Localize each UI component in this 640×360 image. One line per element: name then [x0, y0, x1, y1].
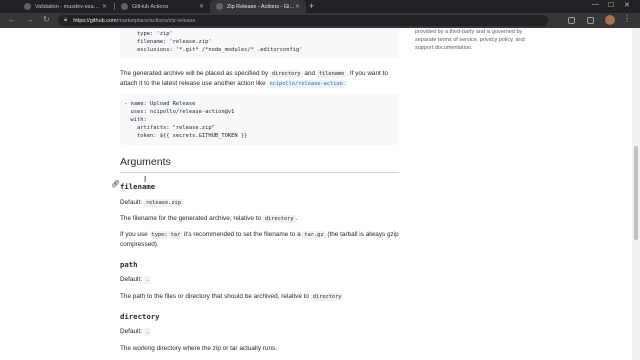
workflow-code-block: type: 'zip' filename: 'release.zip' excl…: [120, 28, 399, 58]
text: The path to the files or directory that …: [120, 293, 311, 300]
menu-icon[interactable]: ⋮: [623, 14, 631, 23]
code-text: - name: Upload Release uses: ncipollo/re…: [124, 101, 248, 140]
filename-description: The filename for the generated archive, …: [120, 214, 400, 224]
avatar[interactable]: [605, 15, 615, 25]
browser-toolbar: ← → ↻ 🔒︎ https://github.com/marketplace/…: [0, 13, 640, 28]
text: .: [295, 215, 298, 222]
github-icon: [216, 3, 223, 10]
code-text: type: 'zip' filename: 'release.zip' excl…: [136, 31, 303, 54]
text: Default:: [120, 328, 144, 335]
url-host: https://github.com: [73, 17, 117, 24]
release-action-link[interactable]: ncipollo/release-action: [267, 80, 345, 88]
link-icon[interactable]: 🔗︎: [111, 180, 120, 188]
forward-icon[interactable]: →: [26, 15, 34, 24]
filename-heading: filename: [120, 182, 156, 191]
third-party-notice: provided by a third-party and is governe…: [415, 29, 525, 51]
inline-code: directory: [310, 293, 344, 301]
close-icon[interactable]: ✕: [199, 3, 204, 10]
text: :: [344, 80, 347, 87]
page-content: type: 'zip' filename: 'release.zip' excl…: [0, 28, 640, 360]
directory-heading: directory: [120, 312, 160, 321]
path-description: The path to the files or directory that …: [120, 292, 400, 302]
text: Default:: [120, 276, 144, 283]
text: The filename for the generated archive, …: [120, 215, 263, 222]
inline-code: release.zip: [143, 199, 183, 207]
github-icon: [121, 3, 128, 10]
tab-label: Zip Release - Actions - GitHub M...: [227, 3, 295, 10]
inline-code: .: [143, 328, 152, 336]
inline-code: tar.gz: [302, 231, 326, 239]
directory-description: The working directory where the zip or t…: [120, 345, 277, 352]
reload-icon[interactable]: ↻: [43, 15, 50, 24]
url-path: /marketplace/actions/zip-release: [116, 17, 196, 24]
text: The generated archive will be placed as …: [120, 70, 270, 77]
tab-label: GitHub Actions: [132, 3, 169, 10]
back-icon[interactable]: ←: [8, 15, 16, 24]
scrollbar-thumb[interactable]: [634, 146, 638, 240]
inline-code: directory: [269, 70, 303, 78]
bookmark-icon[interactable]: [587, 17, 594, 24]
filename-default: Default: release.zip: [120, 198, 400, 208]
tab-validation[interactable]: Validation - musdev-examples/... ✕: [18, 0, 113, 13]
path-default: Default: .: [120, 275, 400, 285]
text: it's recommended to set the filename to …: [182, 231, 303, 238]
close-window-icon[interactable]: ✕: [624, 1, 630, 9]
generated-archive-paragraph: The generated archive will be placed as …: [120, 69, 400, 89]
maximize-icon[interactable]: ☐: [608, 1, 614, 9]
arguments-heading: Arguments: [120, 156, 171, 168]
github-icon: [24, 3, 31, 10]
address-bar[interactable]: 🔒︎ https://github.com/marketplace/action…: [58, 15, 548, 26]
heading-divider: [120, 172, 399, 173]
tab-zip-release[interactable]: Zip Release - Actions - GitHub M... ✕: [210, 0, 306, 13]
text: and: [302, 70, 317, 77]
minimize-icon[interactable]: —: [592, 1, 599, 8]
inline-code: type: tar: [149, 231, 183, 239]
upload-release-code-block: - name: Upload Release uses: ncipollo/re…: [120, 94, 399, 145]
inline-code: filename: [316, 70, 347, 78]
extension-icon[interactable]: [568, 17, 575, 24]
path-heading: path: [120, 260, 138, 269]
tab-github-actions[interactable]: GitHub Actions ✕: [115, 0, 210, 13]
inline-code: .: [143, 276, 152, 284]
browser-tab-strip: Validation - musdev-examples/... ✕ GitHu…: [0, 0, 640, 13]
text: Default:: [120, 199, 144, 206]
close-icon[interactable]: ✕: [295, 3, 300, 10]
tab-label: Validation - musdev-examples/...: [35, 3, 102, 10]
inline-code: directory: [262, 215, 296, 223]
lock-icon: 🔒︎: [64, 17, 68, 23]
url-text: https://github.com/marketplace/actions/z…: [73, 18, 195, 24]
new-tab-button[interactable]: +: [309, 1, 314, 11]
filename-tar-note: If you use type: tar it's recommended to…: [120, 230, 400, 250]
directory-default: Default: .: [120, 327, 400, 337]
close-icon[interactable]: ✕: [102, 3, 107, 10]
text-cursor-icon: I: [144, 175, 147, 184]
text: If you use: [120, 231, 150, 238]
